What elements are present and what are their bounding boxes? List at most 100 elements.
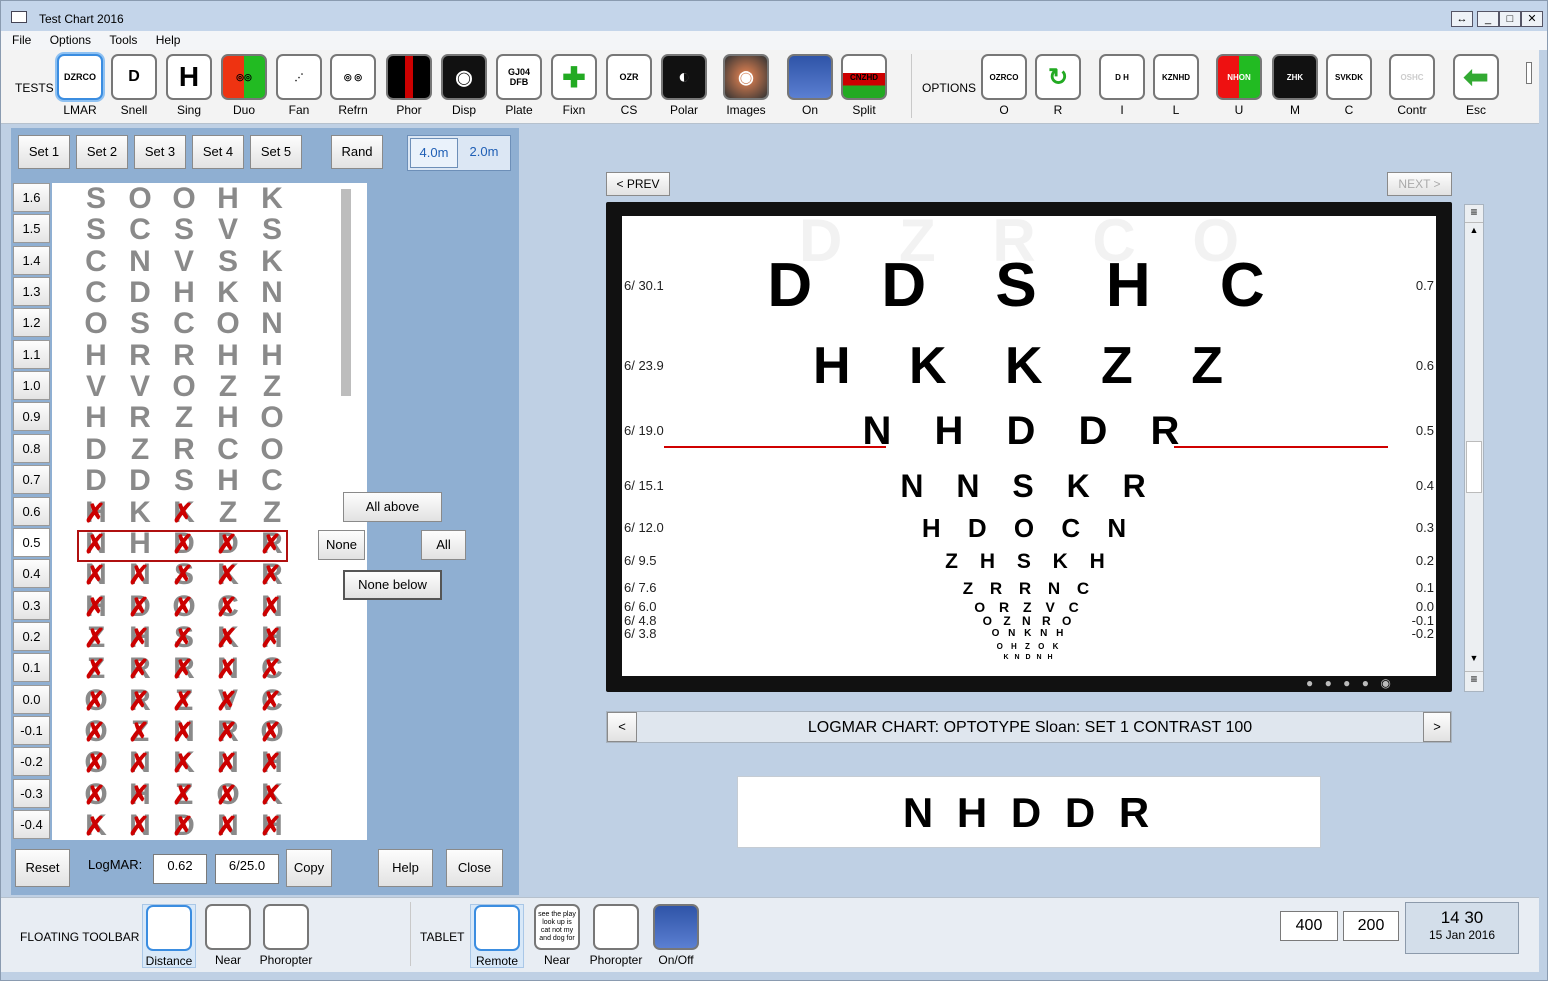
distance-2m-button[interactable]: 2.0m xyxy=(460,138,508,168)
all-button[interactable]: All xyxy=(421,530,466,560)
letter-cell[interactable]: O xyxy=(206,308,250,339)
row-label-button[interactable]: 0.5 xyxy=(13,527,50,557)
row-label-button[interactable]: 0.7 xyxy=(13,465,50,495)
letter-cell[interactable]: V xyxy=(162,246,206,277)
row-label-button[interactable]: -0.2 xyxy=(13,747,50,777)
letter-cell[interactable]: K ✗ xyxy=(162,497,206,528)
letter-cell[interactable]: N xyxy=(118,246,162,277)
row-label-button[interactable]: 1.1 xyxy=(13,339,50,369)
letter-cell[interactable]: D xyxy=(74,434,118,465)
letter-cell[interactable]: O ✗ xyxy=(250,716,294,747)
letter-cell[interactable]: Z ✗ xyxy=(74,622,118,653)
letter-cell[interactable]: H xyxy=(250,340,294,371)
letter-cell[interactable]: O ✗ xyxy=(74,716,118,747)
tool-cs[interactable]: OZR CS xyxy=(604,54,654,120)
letter-cell[interactable]: C xyxy=(250,465,294,496)
letter-cell[interactable]: K ✗ xyxy=(74,810,118,840)
letter-cell[interactable]: Z ✗ xyxy=(162,779,206,810)
letter-cell[interactable]: N ✗ xyxy=(74,559,118,590)
row-label-button[interactable]: 1.6 xyxy=(13,183,50,212)
tool-duo[interactable]: ◎◎ Duo xyxy=(219,54,269,120)
row-label-button[interactable]: -0.1 xyxy=(13,715,50,745)
letter-cell[interactable]: R xyxy=(162,340,206,371)
letter-cell[interactable]: H ✗ xyxy=(74,497,118,528)
tool-disp[interactable]: ◉ Disp xyxy=(439,54,489,120)
letter-cell[interactable]: O ✗ xyxy=(74,747,118,778)
row-label-button[interactable]: 0.1 xyxy=(13,653,50,683)
letter-cell[interactable]: K xyxy=(118,497,162,528)
option-l[interactable]: KZNHD L xyxy=(1151,54,1201,120)
row-label-button[interactable]: 0.2 xyxy=(13,621,50,651)
row-label-button[interactable]: -0.3 xyxy=(13,778,50,808)
resize-icon[interactable]: ↔ xyxy=(1451,11,1473,27)
floating-distance-button[interactable]: Distance xyxy=(142,904,196,968)
option-esc[interactable]: ⬅ Esc xyxy=(1451,54,1501,120)
letter-cell[interactable]: C xyxy=(162,308,206,339)
row-label-button[interactable]: 1.5 xyxy=(13,214,50,244)
set-4-button[interactable]: Set 4 xyxy=(192,135,244,169)
tool-images[interactable]: ◉ Images xyxy=(721,54,771,120)
row-label-button[interactable]: 1.0 xyxy=(13,371,50,401)
letter-cell[interactable]: Z xyxy=(206,497,250,528)
scroll-menu-icon[interactable]: ≡ xyxy=(1465,205,1483,223)
row-label-button[interactable]: 1.2 xyxy=(13,308,50,338)
status-next-button[interactable]: > xyxy=(1423,712,1451,742)
letter-cell[interactable]: H xyxy=(74,340,118,371)
letter-cell[interactable]: N xyxy=(250,308,294,339)
letter-cell[interactable]: V ✗ xyxy=(206,685,250,716)
row-label-button[interactable]: 0.3 xyxy=(13,590,50,620)
letter-cell[interactable]: O ✗ xyxy=(206,779,250,810)
close-button[interactable]: Close xyxy=(446,849,503,887)
letter-cell[interactable]: K xyxy=(206,277,250,308)
letter-cell[interactable]: H xyxy=(206,465,250,496)
tablet-near-button[interactable]: see the play look up is cat not my and d… xyxy=(530,904,584,968)
menu-file[interactable]: File xyxy=(1,31,35,47)
tablet-on-off-button[interactable]: On/Off xyxy=(649,904,703,968)
letter-cell[interactable]: H xyxy=(74,402,118,433)
tool-snell[interactable]: D Snell xyxy=(109,54,159,120)
floating-phoropter-button[interactable]: Phoropter xyxy=(259,904,313,968)
letter-cell[interactable]: D xyxy=(118,465,162,496)
letter-cell[interactable]: Z xyxy=(206,371,250,402)
letter-cell[interactable]: O xyxy=(162,371,206,402)
letter-cell[interactable]: H xyxy=(162,277,206,308)
tool-split[interactable]: CNZHD Split xyxy=(839,54,889,120)
option-r[interactable]: ↻ R xyxy=(1033,54,1083,120)
letter-cell[interactable]: K xyxy=(250,183,294,214)
none-below-button[interactable]: None below xyxy=(343,570,442,600)
set-3-button[interactable]: Set 3 xyxy=(134,135,186,169)
letter-cell[interactable]: N ✗ xyxy=(118,559,162,590)
letter-cell[interactable]: Z xyxy=(162,402,206,433)
letter-cell[interactable]: R ✗ xyxy=(118,685,162,716)
tool-phor[interactable]: Phor xyxy=(384,54,434,120)
maximize-button[interactable]: □ xyxy=(1499,11,1521,27)
tablet-phoropter-button[interactable]: Phoropter xyxy=(589,904,643,968)
scroll-up-icon[interactable]: ▲ xyxy=(1465,225,1483,241)
tool-plate[interactable]: GJ04 DFB Plate xyxy=(494,54,544,120)
letter-cell[interactable]: S xyxy=(206,246,250,277)
tool-lmar[interactable]: DZRCO LMAR xyxy=(55,54,105,120)
set-2-button[interactable]: Set 2 xyxy=(76,135,128,169)
letter-cell[interactable]: C xyxy=(206,434,250,465)
letter-cell[interactable]: R xyxy=(118,402,162,433)
none-button[interactable]: None xyxy=(318,530,365,560)
snellen-value-field[interactable]: 6/25.0 xyxy=(215,854,279,884)
logmar-value-field[interactable]: 0.62 xyxy=(153,854,207,884)
letter-cell[interactable]: Z xyxy=(250,371,294,402)
letter-cell[interactable]: Z xyxy=(250,497,294,528)
letter-cell[interactable]: R ✗ xyxy=(206,716,250,747)
letter-cell[interactable]: S ✗ xyxy=(162,622,206,653)
letter-cell[interactable]: Z ✗ xyxy=(162,685,206,716)
letter-cell[interactable]: C xyxy=(74,277,118,308)
letter-cell[interactable]: N ✗ xyxy=(118,747,162,778)
letter-cell[interactable]: D ✗ xyxy=(162,810,206,840)
rand-button[interactable]: Rand xyxy=(331,135,383,169)
letter-cell[interactable]: V xyxy=(74,371,118,402)
letter-cell[interactable]: S xyxy=(74,183,118,214)
letter-cell[interactable]: H xyxy=(206,183,250,214)
letter-cell[interactable]: K xyxy=(250,246,294,277)
letter-cell[interactable]: H ✗ xyxy=(250,622,294,653)
option-contr[interactable]: OSHC Contr xyxy=(1387,54,1437,120)
menu-tools[interactable]: Tools xyxy=(98,31,141,47)
letter-cell[interactable]: C ✗ xyxy=(250,685,294,716)
